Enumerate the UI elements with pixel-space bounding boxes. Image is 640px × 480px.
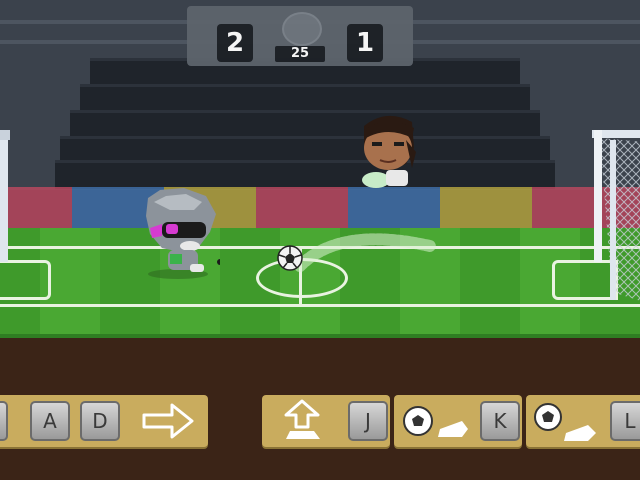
soccer-ball <box>277 245 303 271</box>
match-timer: 25 <box>275 46 325 62</box>
near-touchline <box>0 304 640 307</box>
jump-controls: J <box>262 395 390 447</box>
power-kick-controls: L <box>526 395 640 447</box>
scoreboard: 2 1 25 <box>187 6 413 66</box>
bleacher <box>60 136 550 163</box>
ad-board <box>256 187 348 231</box>
key-left-arrow[interactable] <box>0 401 8 441</box>
control-bar: A D J K L <box>0 395 640 450</box>
key-j[interactable]: J <box>348 401 388 441</box>
game-scene: 2 1 25 A D J K L <box>0 0 640 480</box>
kick-icon[interactable] <box>400 399 470 443</box>
left-goal <box>0 130 12 262</box>
home-score: 2 <box>217 24 253 62</box>
kick-controls: K <box>394 395 522 447</box>
arrow-right-icon[interactable] <box>138 399 198 443</box>
ad-boards <box>0 187 640 231</box>
right-goal <box>592 130 640 302</box>
left-penalty-box <box>0 260 51 300</box>
player-wolf <box>140 188 223 280</box>
key-k[interactable]: K <box>480 401 520 441</box>
key-l[interactable]: L <box>610 401 640 441</box>
bleacher <box>55 160 555 189</box>
key-a[interactable]: A <box>30 401 70 441</box>
bleacher <box>70 110 540 137</box>
arrow-up-jump-icon[interactable] <box>274 399 330 443</box>
bleacher <box>80 84 530 111</box>
away-score: 1 <box>347 24 383 62</box>
key-d[interactable]: D <box>80 401 120 441</box>
movement-controls: A D <box>0 395 208 447</box>
power-kick-icon[interactable] <box>530 399 600 443</box>
ad-board <box>440 187 532 231</box>
player-opponent <box>356 112 420 190</box>
soccer-ball-icon <box>282 12 322 46</box>
ad-board <box>348 187 440 231</box>
